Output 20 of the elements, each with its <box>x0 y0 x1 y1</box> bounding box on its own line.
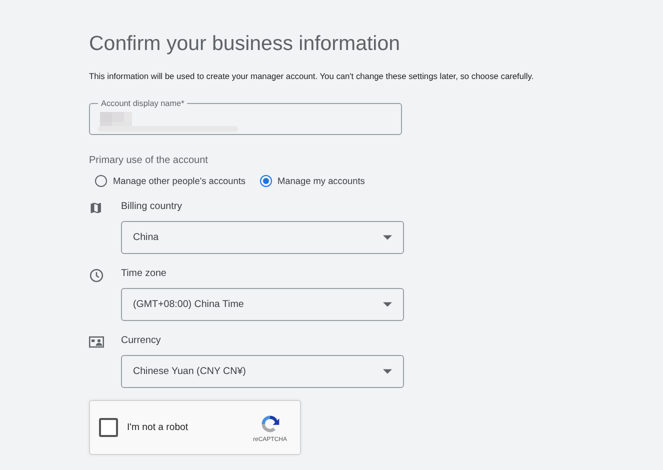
caret-icon <box>383 302 392 307</box>
description-text: This information will be used to create your manager account. You can't change these settings later, so choose carefully. <box>89 71 535 81</box>
radio-option[interactable]: Manage my accounts <box>260 175 365 187</box>
dropdown[interactable]: (GMT+08:00) China Time <box>121 288 404 321</box>
select-label: Currency <box>121 335 162 347</box>
map-icon <box>89 201 103 215</box>
select-label: Time zone <box>121 268 168 280</box>
checkbox[interactable] <box>99 418 118 437</box>
page-title: Confirm your business information <box>89 31 402 57</box>
clock-icon <box>89 268 104 283</box>
currency-icon <box>89 336 104 348</box>
section-label: Primary use of the account <box>89 155 209 166</box>
dropdown[interactable]: China <box>121 221 404 254</box>
caret-icon <box>383 369 392 374</box>
caret-icon <box>383 235 392 240</box>
select-label: Billing country <box>121 201 183 213</box>
field-label: Account display name* <box>98 98 188 109</box>
radio-option[interactable]: Manage other people's accounts <box>95 175 246 187</box>
dropdown[interactable]: Chinese Yuan (CNY CN¥) <box>121 355 404 388</box>
checkbox-label: I'm not a robot <box>127 422 190 433</box>
